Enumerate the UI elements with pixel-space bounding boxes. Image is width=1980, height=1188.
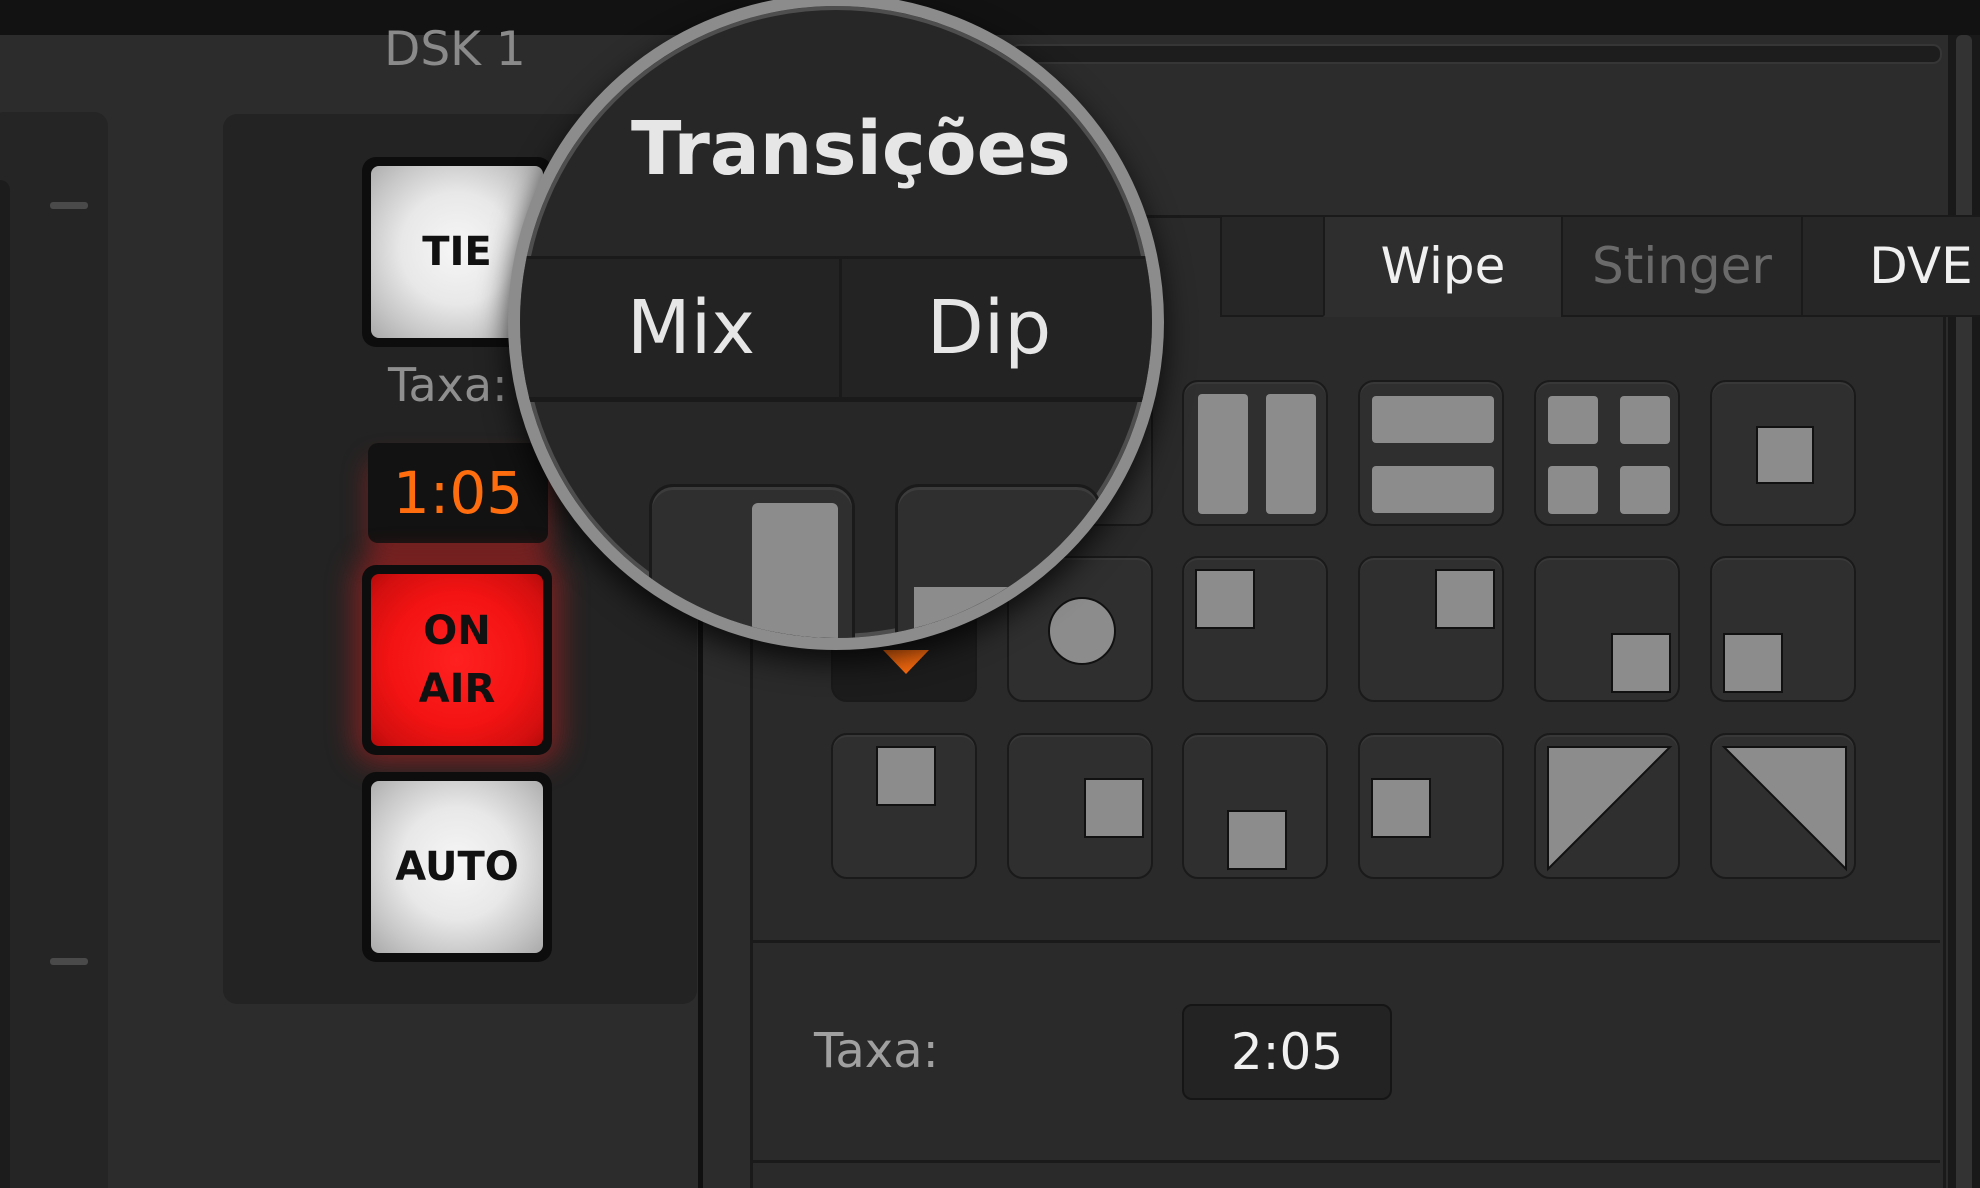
tab-stinger[interactable]: Stinger xyxy=(1561,215,1803,317)
corner-pattern-icon xyxy=(914,587,1098,638)
tab-dip-edge[interactable] xyxy=(1220,215,1325,317)
tab-dip-label: Dip xyxy=(926,285,1052,371)
pattern-corner-box-button[interactable] xyxy=(1534,380,1680,526)
box-bottom-left-pattern-icon xyxy=(1723,633,1783,693)
pattern-box-left-centre-button[interactable] xyxy=(1358,733,1504,879)
pattern-box-bottom-right-button[interactable] xyxy=(1534,556,1680,702)
left-fader-panel xyxy=(0,112,108,1188)
tab-dve[interactable]: DVE xyxy=(1801,215,1980,317)
vertical-scrollbar[interactable] xyxy=(1956,35,1972,1188)
transition-tabs: Wipe Stinger DVE xyxy=(1220,215,1980,317)
pattern-box-top-right-button[interactable] xyxy=(1358,556,1504,702)
pattern-horizontal-barn-door-button[interactable] xyxy=(1182,380,1328,526)
transition-rate-label: Taxa: xyxy=(814,1023,939,1079)
tab-wipe[interactable]: Wipe xyxy=(1323,215,1563,317)
top-right-diagonal-pattern-icon xyxy=(1721,746,1847,872)
tab-mix-label: Mix xyxy=(626,285,756,371)
tie-button-label: TIE xyxy=(422,229,492,275)
pattern-box-bottom-left-button[interactable] xyxy=(1710,556,1856,702)
pattern-vertical-barn-door-button[interactable] xyxy=(1358,380,1504,526)
pattern-box-top-centre-button[interactable] xyxy=(831,733,977,879)
on-air-label: ON AIR xyxy=(419,602,496,718)
dsk-rate-label: Taxa: xyxy=(388,358,508,412)
fader-tick-mark xyxy=(50,202,88,209)
box-top-left-pattern-icon xyxy=(1195,569,1255,629)
corner-box-pattern-icon xyxy=(1548,396,1670,514)
box-bottom-centre-pattern-icon xyxy=(1227,810,1287,870)
tab-mix[interactable]: Mix xyxy=(520,256,842,400)
box-left-centre-pattern-icon xyxy=(1371,778,1431,838)
magnifier-lens: Transições Mix Dip xyxy=(508,0,1164,650)
pattern-box-right-centre-button[interactable] xyxy=(1007,733,1153,879)
magnified-tab-divider xyxy=(520,398,1152,402)
horizontal-wipe-pattern-icon xyxy=(752,503,838,638)
pattern-top-left-diagonal-button[interactable] xyxy=(1534,733,1680,879)
tab-stinger-label: Stinger xyxy=(1592,237,1772,295)
top-left-diagonal-pattern-icon xyxy=(1547,746,1673,872)
on-air-label-line2: AIR xyxy=(418,666,496,712)
pattern-box-bottom-centre-button[interactable] xyxy=(1182,733,1328,879)
switcher-window: DSK 1 TIE Taxa: 1:05 ON AIR AUTO Wipe Sti… xyxy=(0,0,1980,1188)
left-fader-slot xyxy=(0,180,10,1188)
fader-tick-mark xyxy=(50,958,88,965)
transitions-title: Transições xyxy=(631,106,1071,192)
tab-dve-label: DVE xyxy=(1869,237,1973,295)
rate-section-divider xyxy=(750,940,1940,943)
pattern-box-iris-button[interactable] xyxy=(1710,380,1856,526)
top-bar xyxy=(0,0,1980,35)
tab-wipe-label: Wipe xyxy=(1380,237,1506,295)
box-top-right-pattern-icon xyxy=(1435,569,1495,629)
on-air-button[interactable]: ON AIR xyxy=(362,565,552,755)
box-right-centre-pattern-icon xyxy=(1084,778,1144,838)
transition-rate-field[interactable]: 2:05 xyxy=(1182,1004,1392,1100)
box-top-centre-pattern-icon xyxy=(876,746,936,806)
auto-button[interactable]: AUTO xyxy=(362,772,552,962)
auto-button-label: AUTO xyxy=(395,844,519,890)
bottom-section-divider xyxy=(750,1160,1940,1163)
tab-dip[interactable]: Dip xyxy=(839,256,1152,400)
horizontal-barn-door-pattern-icon xyxy=(1198,394,1316,514)
vertical-barn-door-pattern-icon xyxy=(1372,396,1494,513)
on-air-label-line1: ON xyxy=(423,608,491,654)
dsk-rate-field[interactable]: 1:05 xyxy=(368,443,548,543)
scrollbar-track[interactable] xyxy=(1010,44,1942,64)
box-iris-pattern-icon xyxy=(1756,426,1814,484)
pattern-top-right-diagonal-button[interactable] xyxy=(1710,733,1856,879)
magnified-pattern-button[interactable] xyxy=(895,484,1101,638)
pattern-box-top-left-button[interactable] xyxy=(1182,556,1328,702)
pattern-horizontal-wipe-button[interactable] xyxy=(649,484,855,638)
dsk-title: DSK 1 xyxy=(384,22,526,77)
box-bottom-right-pattern-icon xyxy=(1611,633,1671,693)
